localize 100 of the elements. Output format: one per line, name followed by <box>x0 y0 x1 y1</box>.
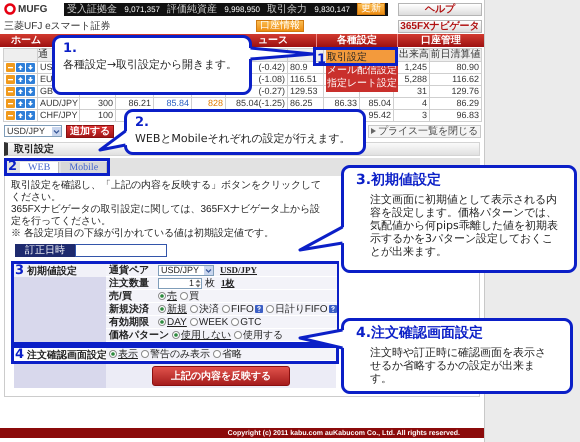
minus-icon[interactable] <box>6 99 15 108</box>
logo-icon <box>4 3 16 15</box>
option-label: 売 <box>167 290 177 303</box>
help-icon[interactable] <box>328 305 337 313</box>
option-label: 使用する <box>243 329 283 342</box>
close-list-button[interactable]: プライス一覧を閉じる <box>368 124 481 138</box>
group-label: 注文確認画面設定 <box>27 348 108 362</box>
option-label: 表示 <box>118 348 138 361</box>
triangle-icon <box>371 128 376 134</box>
option-label: DAY <box>167 316 187 328</box>
field-label: 価格パターン <box>109 328 169 342</box>
table-cell: 116.62 <box>430 74 482 86</box>
down-arrow-icon[interactable] <box>26 75 35 84</box>
currency-select[interactable]: USD/JPY <box>158 264 214 276</box>
account-value: 9,071,357 <box>123 4 161 14</box>
radio-button[interactable] <box>158 318 166 326</box>
radio-button[interactable] <box>190 305 198 313</box>
account-label: 取引余力 <box>267 2 307 16</box>
help-icon[interactable] <box>254 305 263 313</box>
account-value: 9,998,950 <box>223 4 261 14</box>
table-cell: 96.83 <box>430 110 482 122</box>
pair-select[interactable]: USD/JPY <box>4 125 62 137</box>
instruction-text: 365FXナビゲータの取引設定に関しては、365FXナビゲータ上から設定を行ってください。 <box>11 204 321 228</box>
minus-icon[interactable] <box>6 63 15 72</box>
radio-button[interactable] <box>172 331 180 339</box>
option-label: 省略 <box>222 348 242 361</box>
up-arrow-icon[interactable] <box>16 87 25 96</box>
down-arrow-icon[interactable] <box>26 87 35 96</box>
radio-button[interactable] <box>158 292 166 300</box>
minus-icon[interactable] <box>6 75 15 84</box>
callout-text: 注文時や訂正時に確認画面を表示させるか省略するかの設定が出来ます。 <box>369 346 547 385</box>
table-cell: 300 <box>80 98 116 110</box>
brand-name: MUFG <box>18 4 48 14</box>
spinner-icon[interactable] <box>195 278 201 288</box>
option-label: 使用しない <box>181 329 231 342</box>
down-arrow-icon[interactable] <box>26 63 35 72</box>
apply-button[interactable]: 上記の内容を反映する <box>152 366 290 386</box>
nav-tab[interactable]: ホーム <box>0 34 52 47</box>
unit-label: 枚 <box>205 276 215 290</box>
option-label: FIFO <box>231 304 254 314</box>
radio-button[interactable] <box>231 318 240 326</box>
table-cell: 100 <box>80 110 116 122</box>
up-arrow-icon[interactable] <box>16 75 25 84</box>
menu-item[interactable]: 取引設定 <box>326 50 398 63</box>
radio-button[interactable] <box>190 318 198 326</box>
table-cell: 129.76 <box>430 86 482 98</box>
instruction-text: ※ 各設定項目の下線が引かれている値は初期設定値です。 <box>11 228 275 240</box>
table-cell: 116.51 <box>288 74 324 86</box>
default-value: USD/JPY <box>220 265 258 275</box>
tab[interactable]: WEB <box>20 162 60 172</box>
field-label: 注文数量 <box>109 276 150 290</box>
step-number: 4 <box>14 348 26 360</box>
option-label: 新規 <box>167 302 187 316</box>
field-label: 新規決済 <box>109 302 150 316</box>
table-cell: AUD/JPY <box>38 98 80 110</box>
field-label: 有効期限 <box>109 316 150 329</box>
callout-text: 注文画面に初期値として表示される内容を設定します。価格パターンでは、気配値から何pips乖離した値を初期表示するかを3パターン設定しておくことが出来ます。 <box>369 193 559 258</box>
radio-button[interactable] <box>180 292 188 300</box>
brand-subtitle: 三菱UFJ eスマート証券 <box>4 20 111 33</box>
quantity-field[interactable]: 1 <box>158 278 202 288</box>
radio-button[interactable] <box>158 305 166 313</box>
callout-text: WEBとMobileそれぞれの設定が行えます。 <box>135 132 352 145</box>
up-arrow-icon[interactable] <box>16 111 25 120</box>
option-label: WEEK <box>198 316 228 328</box>
radio-button[interactable] <box>213 350 221 358</box>
step-number: 3 <box>14 264 26 276</box>
minus-icon[interactable] <box>6 87 15 96</box>
caret-icon[interactable] <box>52 126 61 136</box>
table-cell: 4 <box>394 98 430 110</box>
tab[interactable]: Mobile <box>61 162 108 172</box>
up-arrow-icon[interactable] <box>16 63 25 72</box>
callout-heading: 3.初期値設定 <box>356 171 442 189</box>
field-label: 通貨ペア <box>109 264 150 277</box>
table-cell: 80.90 <box>430 62 482 74</box>
radio-button[interactable] <box>222 305 230 313</box>
nav-tab[interactable]: 各種設定 <box>316 34 397 47</box>
down-arrow-icon[interactable] <box>26 111 35 120</box>
option-label: 警告のみ表示 <box>150 348 210 361</box>
help-button[interactable]: ヘルプ <box>398 2 482 16</box>
nav-tab[interactable]: ュース <box>258 34 316 47</box>
radio-button[interactable] <box>234 331 242 339</box>
up-arrow-icon[interactable] <box>16 99 25 108</box>
group-label: 初期値設定 <box>27 264 78 278</box>
radio-button[interactable] <box>141 350 149 358</box>
radio-button[interactable] <box>109 350 117 358</box>
radio-button[interactable] <box>266 305 274 313</box>
nav-tab[interactable]: 口座管理 <box>397 34 484 47</box>
callout-heading: 4.注文確認画面設定 <box>356 324 484 342</box>
field-label: 訂正日時 <box>15 244 75 257</box>
correction-time-field[interactable] <box>75 244 167 257</box>
down-arrow-icon[interactable] <box>26 99 35 108</box>
caret-icon[interactable] <box>204 266 213 274</box>
add-button[interactable]: 追加する <box>66 124 114 138</box>
minus-icon[interactable] <box>6 111 15 120</box>
navigator-button[interactable]: 365FXナビゲータ <box>398 20 482 32</box>
option-label: 決済 <box>199 302 219 316</box>
table-cell: 3 <box>394 110 430 122</box>
field-label: 売/買 <box>109 290 133 303</box>
instruction-text: 取引設定を確認し、「上記の内容を反映する」ボタンをクリックしてください。 <box>11 180 322 204</box>
option-label: 買 <box>189 290 199 303</box>
